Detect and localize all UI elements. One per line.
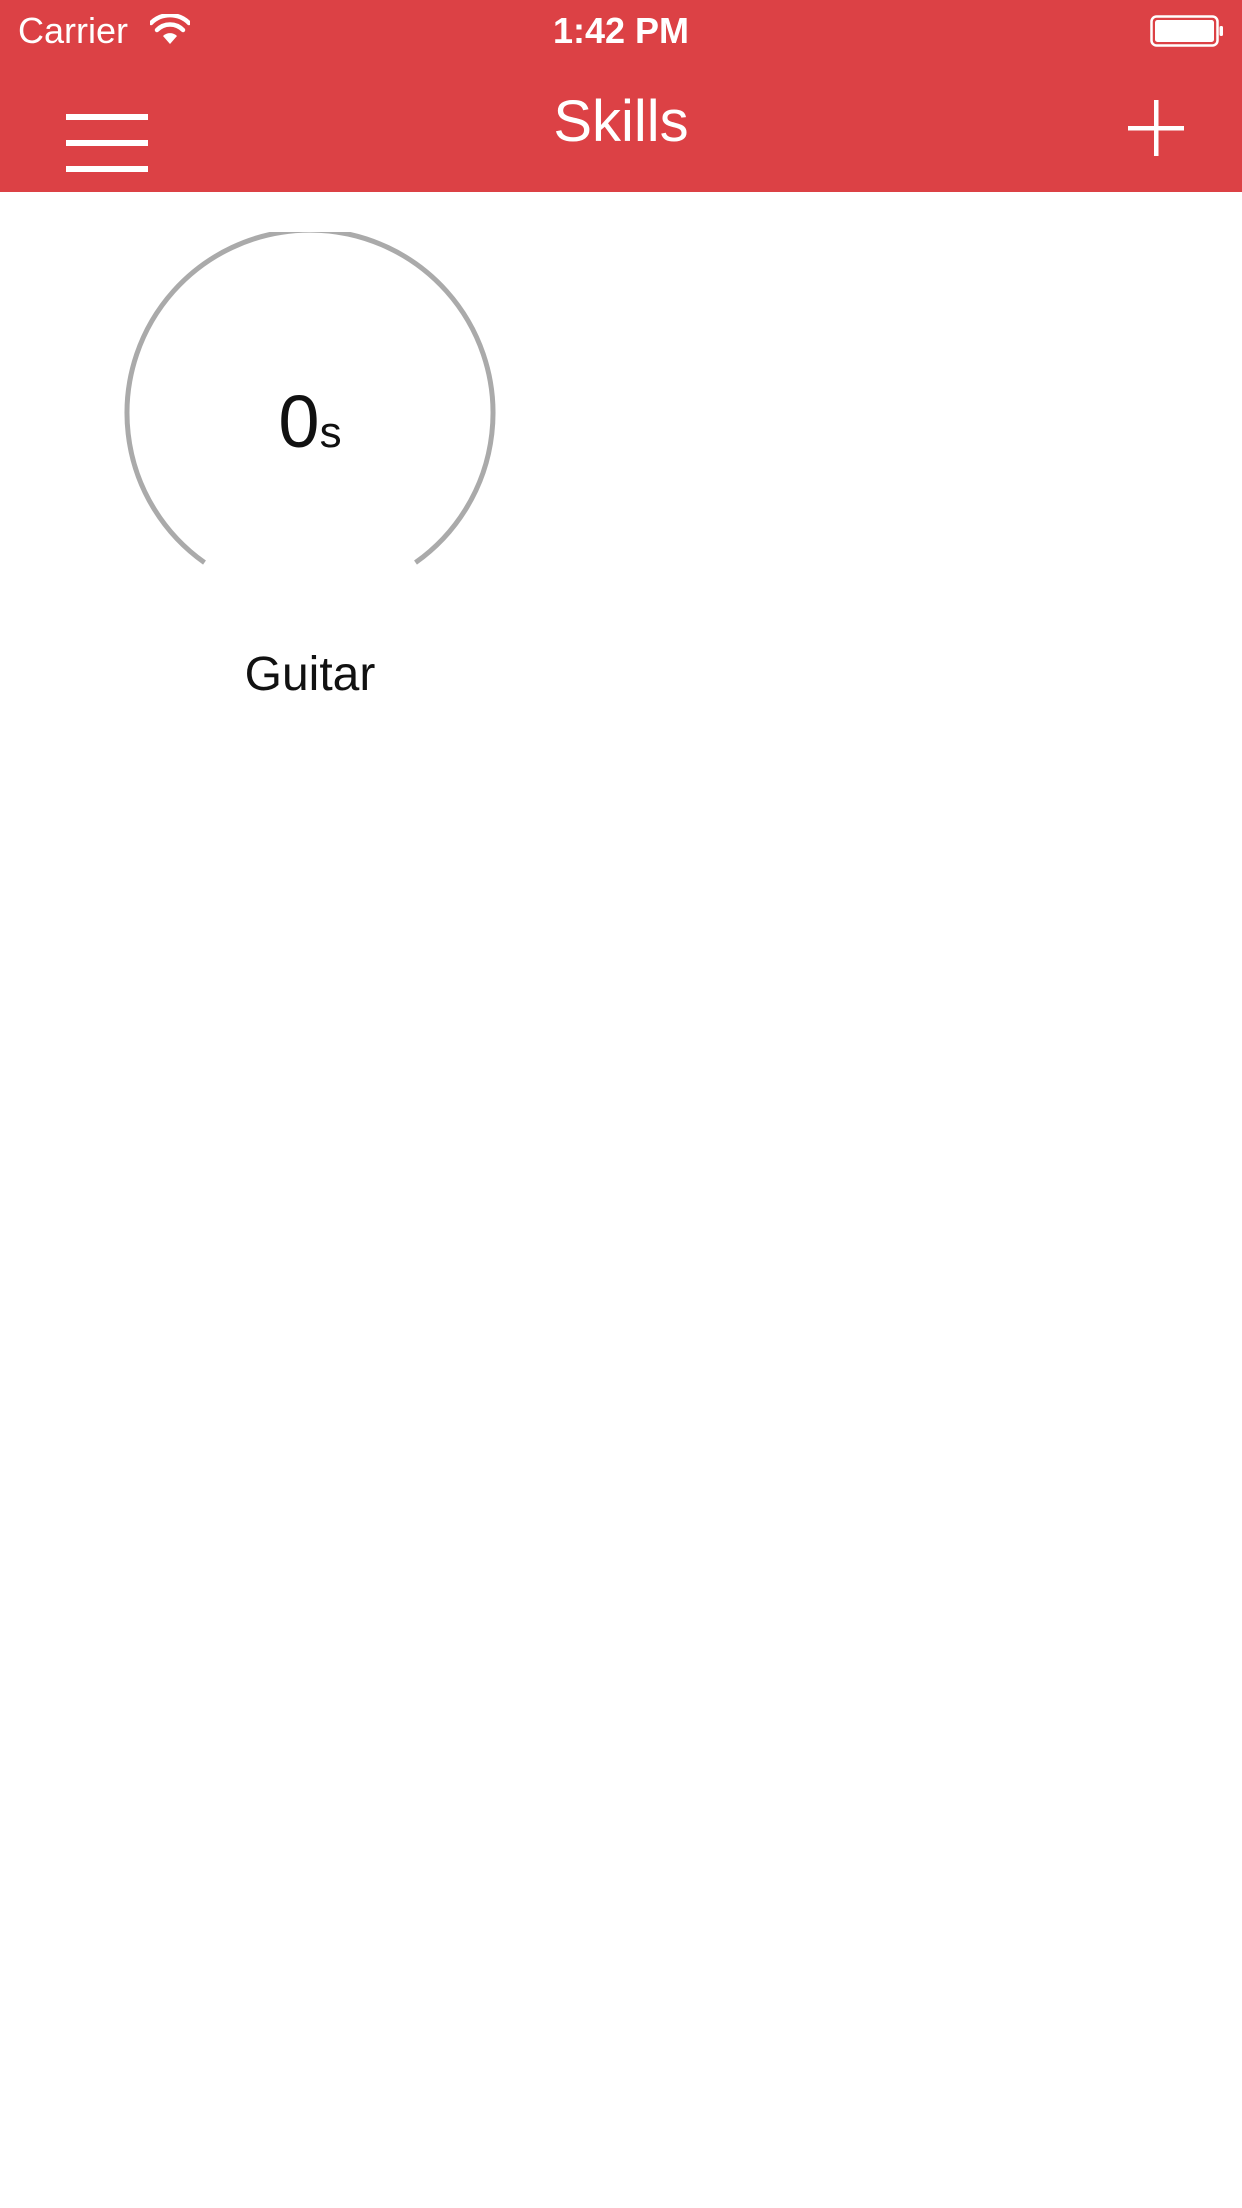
top-bar: Carrier 1:42 PM Skills	[0, 0, 1242, 192]
skill-time-value: 0	[278, 380, 320, 463]
status-time: 1:42 PM	[552, 10, 690, 51]
menu-button[interactable]	[52, 82, 162, 172]
skill-name: Guitar	[244, 648, 376, 701]
skill-tile[interactable]: 0s Guitar	[110, 232, 510, 701]
add-skill-button[interactable]	[1108, 82, 1204, 172]
status-bar: Carrier 1:42 PM	[0, 0, 1242, 62]
skills-grid: 0s Guitar	[0, 192, 1242, 2208]
skill-time-display: 0s	[110, 382, 510, 473]
battery-icon	[1150, 15, 1224, 47]
app-screen: Carrier 1:42 PM Skills 0s Guitar	[0, 0, 1242, 2208]
page-title: Skills	[553, 89, 689, 154]
skill-time-unit: s	[319, 408, 342, 457]
navigation-bar: Skills	[0, 62, 1242, 192]
